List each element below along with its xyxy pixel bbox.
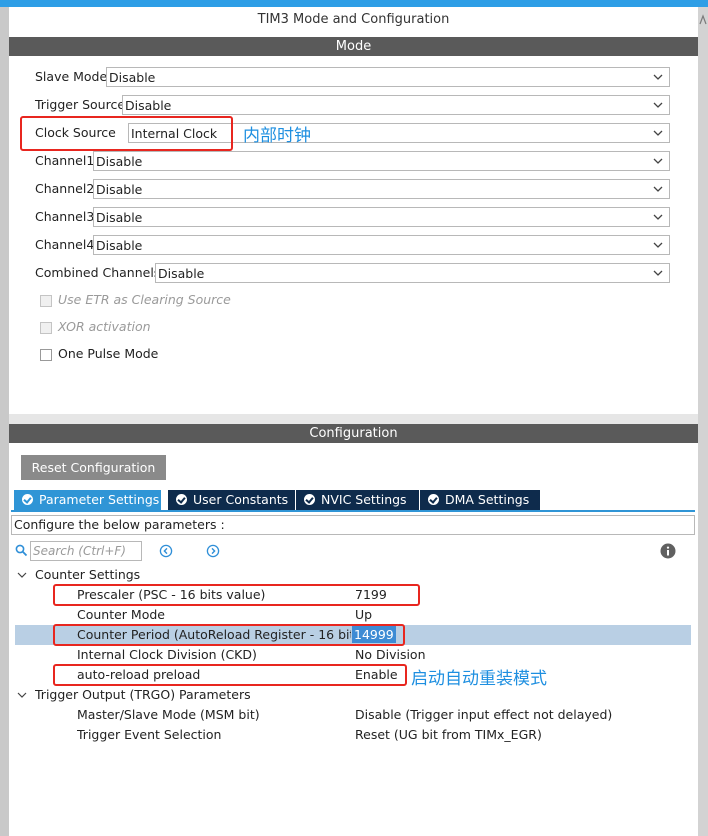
scroll-up-icon[interactable] [699, 12, 707, 26]
trigger-source-value: Disable [125, 98, 172, 113]
trigger-source-select[interactable]: Disable [122, 95, 670, 115]
etr-clearing-checkbox [40, 295, 52, 307]
chevron-down-icon [653, 74, 663, 80]
group-counter-settings[interactable]: Counter Settings [35, 565, 140, 585]
chevron-down-icon [653, 214, 663, 220]
xor-activation-checkbox [40, 322, 52, 334]
slave-mode-label: Slave Mode [35, 69, 108, 84]
channel2-label: Channel2 [35, 181, 95, 196]
info-icon[interactable] [660, 543, 676, 559]
mode-header: Mode [9, 37, 698, 56]
param-value: Up [355, 607, 373, 622]
tab-label: NVIC Settings [321, 492, 407, 507]
reset-configuration-button[interactable]: Reset Configuration [21, 455, 166, 480]
arrow-right-circle-icon[interactable] [206, 544, 220, 558]
tab-label: User Constants [193, 492, 289, 507]
channel3-value: Disable [96, 210, 143, 225]
window-title: TIM3 Mode and Configuration [257, 12, 450, 27]
channel4-label: Channel4 [35, 237, 95, 252]
chevron-down-icon [653, 186, 663, 192]
xor-activation-label: XOR activation [58, 319, 151, 334]
configure-description: Configure the below parameters : [11, 515, 695, 535]
tree-expand-icon[interactable] [17, 570, 27, 580]
search-input[interactable]: Search (Ctrl+F) [30, 541, 142, 561]
vertical-scrollbar[interactable] [698, 7, 708, 836]
tab-label: DMA Settings [445, 492, 530, 507]
channel1-select[interactable]: Disable [93, 151, 670, 171]
left-border [0, 7, 9, 836]
chevron-down-icon [653, 130, 663, 136]
param-label: Internal Clock Division (CKD) [77, 647, 257, 662]
prescaler-highlight [53, 584, 420, 606]
search-icon [15, 544, 28, 557]
channel3-label: Channel3 [35, 209, 95, 224]
channel1-label: Channel1 [35, 153, 95, 168]
one-pulse-mode-label: One Pulse Mode [58, 346, 159, 361]
group-trigger-output[interactable]: Trigger Output (TRGO) Parameters [35, 685, 251, 705]
chevron-down-icon [653, 158, 663, 164]
one-pulse-mode-checkbox[interactable] [40, 349, 52, 361]
channel2-value: Disable [96, 182, 143, 197]
param-value: Disable (Trigger input effect not delaye… [355, 707, 613, 722]
channel4-select[interactable]: Disable [93, 235, 670, 255]
tab-label: Parameter Settings [39, 492, 160, 507]
param-value: No Division [355, 647, 426, 662]
param-value: Reset (UG bit from TIMx_EGR) [355, 727, 542, 742]
top-accent-bar [0, 0, 708, 7]
chevron-down-icon [653, 242, 663, 248]
slave-mode-select[interactable]: Disable [106, 67, 670, 87]
table-row[interactable]: Master/Slave Mode (MSM bit) Disable (Tri… [11, 705, 695, 725]
channel1-value: Disable [96, 154, 143, 169]
table-row[interactable]: Counter Mode Up [11, 605, 695, 625]
clock-source-highlight [20, 116, 233, 151]
check-circle-icon [428, 494, 439, 505]
check-circle-icon [22, 494, 33, 505]
check-circle-icon [176, 494, 187, 505]
table-row[interactable]: Trigger Event Selection Reset (UG bit fr… [11, 725, 695, 745]
param-label: Master/Slave Mode (MSM bit) [77, 707, 260, 722]
tab-nvic-settings[interactable]: NVIC Settings [296, 490, 420, 510]
clock-source-annotation: 内部时钟 [243, 126, 311, 146]
chevron-down-icon [653, 102, 663, 108]
param-label: Trigger Event Selection [77, 727, 222, 742]
tree-expand-icon[interactable] [17, 690, 27, 700]
etr-clearing-label: Use ETR as Clearing Source [58, 292, 231, 307]
configuration-header: Configuration [9, 424, 698, 443]
tab-user-constants[interactable]: User Constants [168, 490, 296, 510]
combined-channels-label: Combined Channels [35, 265, 161, 280]
tab-dma-settings[interactable]: DMA Settings [420, 490, 541, 510]
auto-reload-annotation: 启动自动重装模式 [411, 669, 547, 689]
tab-underline [11, 510, 695, 512]
tab-parameter-settings[interactable]: Parameter Settings [14, 490, 162, 510]
table-row[interactable]: Internal Clock Division (CKD) No Divisio… [11, 645, 695, 665]
trigger-source-label: Trigger Source [35, 97, 126, 112]
combined-channels-value: Disable [158, 266, 205, 281]
chevron-down-icon [653, 270, 663, 276]
channel3-select[interactable]: Disable [93, 207, 670, 227]
channel4-value: Disable [96, 238, 143, 253]
channel2-select[interactable]: Disable [93, 179, 670, 199]
combined-channels-select[interactable]: Disable [155, 263, 670, 283]
slave-mode-value: Disable [109, 70, 156, 85]
arrow-left-circle-icon[interactable] [159, 544, 173, 558]
param-label: Counter Mode [77, 607, 165, 622]
counter-period-highlight [53, 624, 405, 646]
check-circle-icon [304, 494, 315, 505]
auto-reload-highlight [53, 664, 407, 686]
